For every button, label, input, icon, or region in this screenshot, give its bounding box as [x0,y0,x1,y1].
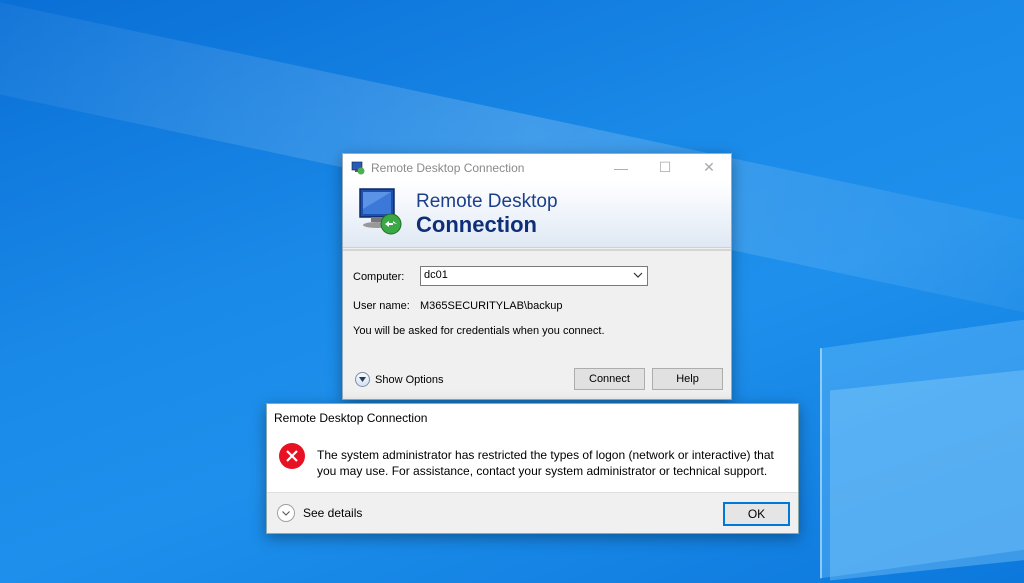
rdc-banner: Remote Desktop Connection [343,181,731,251]
username-label: User name: [353,300,410,312]
window-title: Remote Desktop Connection [371,160,525,175]
rdc-window: Remote Desktop Connection — ☐ ✕ Remote D… [342,153,732,400]
error-dialog-title: Remote Desktop Connection [274,411,428,425]
minimize-button[interactable]: — [599,154,643,181]
show-options-toggle[interactable]: Show Options [355,372,443,387]
error-message: The system administrator has restricted … [317,448,774,478]
username-value: M365SECURITYLAB\backup [420,300,563,312]
banner-divider [343,249,731,251]
expand-icon[interactable] [355,372,370,387]
see-details-label: See details [303,506,363,520]
maximize-button[interactable]: ☐ [643,154,687,181]
error-icon [279,443,305,469]
rdc-titlebar[interactable]: Remote Desktop Connection — ☐ ✕ [343,154,731,181]
credentials-info: You will be asked for credentials when y… [353,325,605,337]
ok-button[interactable]: OK [723,502,790,526]
desktop-window-logo-pane [820,311,1024,579]
help-button[interactable]: Help [652,368,723,390]
close-button[interactable]: ✕ [687,154,731,181]
see-details-toggle[interactable]: See details [277,504,362,522]
connect-button[interactable]: Connect [574,368,645,390]
remote-desktop-icon [359,188,402,235]
chevron-down-icon[interactable] [277,504,295,522]
show-options-label: Show Options [375,373,444,386]
computer-combobox[interactable]: dc01 [420,266,648,286]
desktop-window-logo-pane-inner [830,369,1024,581]
chevron-down-icon[interactable] [633,268,643,282]
error-dialog: Remote Desktop Connection The system adm… [266,403,799,534]
error-dialog-footer: See details OK [267,492,798,533]
computer-value: dc01 [424,269,448,281]
banner-title-line2: Connection [416,212,537,237]
banner-title-line1: Remote Desktop [416,191,558,212]
rdc-app-icon [351,161,365,174]
computer-label: Computer: [353,271,405,283]
